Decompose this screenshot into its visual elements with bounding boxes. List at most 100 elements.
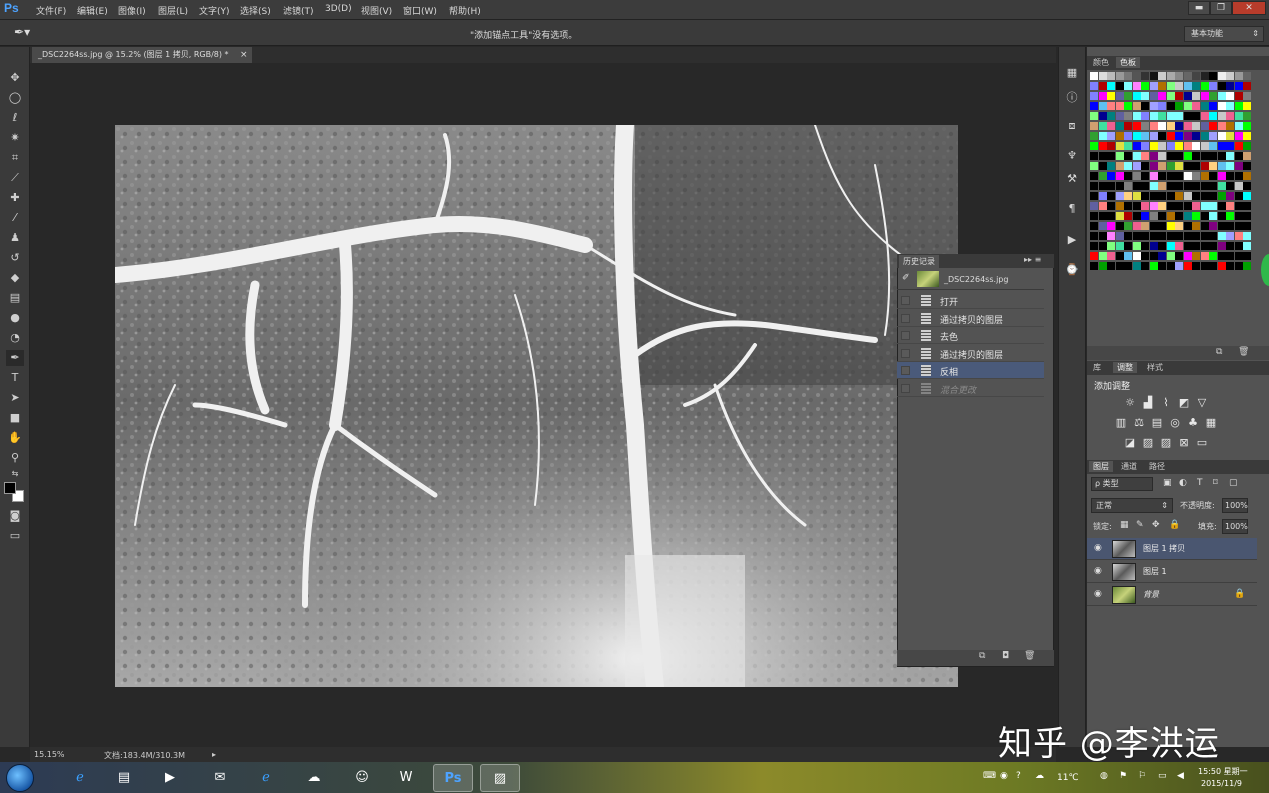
color-swatch[interactable]	[1124, 212, 1132, 220]
color-swatch[interactable]	[1200, 102, 1209, 110]
color-swatch[interactable]	[1107, 182, 1115, 190]
color-swatch[interactable]	[1098, 112, 1107, 120]
history-state-row[interactable]: 混合更改	[897, 380, 1044, 397]
color-swatch[interactable]	[1124, 82, 1132, 90]
color-swatch[interactable]	[1158, 172, 1166, 180]
color-swatch[interactable]	[1217, 152, 1226, 160]
color-swatch[interactable]	[1115, 102, 1124, 110]
color-swatch[interactable]	[1124, 182, 1132, 190]
layer-name[interactable]: 背景	[1143, 589, 1159, 600]
color-swatch[interactable]	[1090, 102, 1098, 110]
color-swatch[interactable]	[1183, 242, 1192, 250]
history-checkbox[interactable]	[901, 331, 910, 340]
color-swatch[interactable]	[1243, 242, 1251, 250]
color-swatch[interactable]	[1183, 202, 1192, 210]
marquee-icon[interactable]: ◯	[6, 90, 24, 106]
color-swatch[interactable]	[1217, 102, 1226, 110]
color-swatch[interactable]	[1217, 182, 1226, 190]
color-swatch[interactable]	[1243, 152, 1251, 160]
color-swatch[interactable]	[1209, 82, 1217, 90]
color-swatch[interactable]	[1226, 212, 1234, 220]
menu-type[interactable]: 文字(Y)	[199, 4, 230, 17]
color-swatch[interactable]	[1183, 142, 1192, 150]
panel-menu-icon[interactable]: ▸▸ ≡	[1024, 255, 1041, 264]
color-swatch[interactable]	[1149, 72, 1158, 80]
vibrance-icon[interactable]: ▽	[1196, 397, 1208, 409]
history-state-row[interactable]: 反相	[897, 362, 1044, 379]
color-swatch[interactable]	[1234, 242, 1243, 250]
color-swatch[interactable]	[1175, 72, 1183, 80]
color-swatch[interactable]	[1226, 162, 1234, 170]
color-swatch[interactable]	[1124, 172, 1132, 180]
media-player-icon[interactable]: ▶	[150, 764, 190, 792]
color-swatch[interactable]	[1149, 152, 1158, 160]
color-swatch[interactable]	[1217, 192, 1226, 200]
color-swatch[interactable]	[1226, 122, 1234, 130]
color-swatch[interactable]	[1183, 262, 1192, 270]
help-icon[interactable]: ?	[1016, 771, 1021, 781]
foreground-color-swatch[interactable]	[4, 482, 16, 494]
color-swatch[interactable]	[1098, 152, 1107, 160]
color-swatch[interactable]	[1183, 82, 1192, 90]
filter-smart-object-icon[interactable]: ▢	[1229, 478, 1238, 488]
color-swatch[interactable]	[1132, 152, 1141, 160]
color-swatch[interactable]	[1107, 262, 1115, 270]
color-swatch[interactable]	[1243, 232, 1251, 240]
weather-cloud-icon[interactable]: ☁	[1035, 771, 1044, 781]
volume-icon[interactable]: ◀	[1177, 771, 1184, 781]
color-swatch[interactable]	[1149, 102, 1158, 110]
color-swatch[interactable]	[1115, 72, 1124, 80]
color-swatch[interactable]	[1209, 192, 1217, 200]
color-swatch[interactable]	[1200, 152, 1209, 160]
color-swatch[interactable]	[1141, 252, 1149, 260]
color-swatch[interactable]	[1107, 102, 1115, 110]
color-swatch[interactable]	[1107, 112, 1115, 120]
color-swatch[interactable]	[1098, 262, 1107, 270]
layer-row[interactable]: ◉ 背景 🔒	[1087, 584, 1257, 606]
color-swatch[interactable]	[1090, 232, 1098, 240]
color-swatch[interactable]	[1175, 82, 1183, 90]
gradient-icon[interactable]: ▤	[6, 290, 24, 306]
color-swatch[interactable]	[1090, 192, 1098, 200]
color-swatch[interactable]	[1209, 222, 1217, 230]
color-swatch[interactable]	[1141, 72, 1149, 80]
color-swatch[interactable]	[1115, 112, 1124, 120]
color-swatch[interactable]	[1183, 152, 1192, 160]
monitor-icon[interactable]: ▭	[1158, 771, 1167, 781]
color-swatch[interactable]	[1192, 192, 1200, 200]
color-swatch[interactable]	[1098, 252, 1107, 260]
color-swatch[interactable]	[1124, 162, 1132, 170]
color-swatch[interactable]	[1192, 132, 1200, 140]
menu-file[interactable]: 文件(F)	[36, 4, 66, 17]
color-swatch[interactable]	[1175, 212, 1183, 220]
crop-icon[interactable]: ⌗	[6, 150, 24, 166]
color-swatch[interactable]	[1149, 132, 1158, 140]
color-swatch[interactable]	[1226, 232, 1234, 240]
qq-icon[interactable]: ☺	[342, 764, 382, 792]
color-swatch[interactable]	[1141, 142, 1149, 150]
color-swatch[interactable]	[1141, 182, 1149, 190]
color-swatch[interactable]	[1124, 232, 1132, 240]
color-swatch[interactable]	[1149, 202, 1158, 210]
color-swatch[interactable]	[1158, 72, 1166, 80]
color-swatch[interactable]	[1132, 252, 1141, 260]
color-swatch[interactable]	[1200, 142, 1209, 150]
color-balance-icon[interactable]: ⚖	[1133, 417, 1145, 429]
color-swatch[interactable]	[1124, 262, 1132, 270]
color-swatch[interactable]	[1217, 112, 1226, 120]
history-state-row[interactable]: 通过拷贝的图层	[897, 310, 1044, 327]
color-swatch[interactable]	[1192, 252, 1200, 260]
start-button[interactable]	[6, 764, 34, 792]
color-swatch[interactable]	[1234, 252, 1243, 260]
color-swatch[interactable]	[1192, 112, 1200, 120]
color-swatch[interactable]	[1090, 152, 1098, 160]
color-swatch[interactable]	[1183, 222, 1192, 230]
visibility-eye-icon[interactable]: ◉	[1094, 589, 1102, 599]
color-swatch[interactable]	[1124, 242, 1132, 250]
color-swatch[interactable]	[1124, 252, 1132, 260]
color-swatch[interactable]	[1158, 252, 1166, 260]
color-swatch[interactable]	[1115, 132, 1124, 140]
color-swatch[interactable]	[1115, 182, 1124, 190]
lasso-icon[interactable]: ℓ	[6, 110, 24, 126]
color-swatch[interactable]	[1141, 262, 1149, 270]
